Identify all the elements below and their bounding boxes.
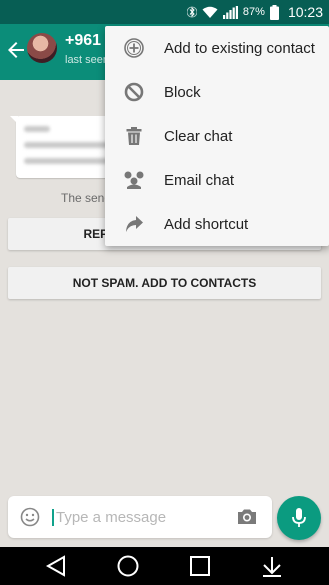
menu-item-add-to-existing-contact[interactable]: Add to existing contact — [105, 26, 329, 70]
back-arrow-icon[interactable] — [4, 38, 28, 62]
menu-item-clear-chat[interactable]: Clear chat — [105, 114, 329, 158]
menu-item-label: Clear chat — [164, 128, 233, 145]
shortcut-arrow-icon — [126, 216, 143, 232]
avatar[interactable] — [27, 33, 57, 63]
back-triangle-icon[interactable] — [44, 554, 70, 578]
menu-item-label: Email chat — [164, 172, 235, 189]
blurred-text — [24, 142, 114, 148]
wifi-icon — [202, 6, 218, 18]
menu-item-label: Add shortcut — [164, 216, 249, 233]
message-composer — [8, 496, 272, 538]
trash-icon — [126, 127, 142, 145]
add-circle-icon — [124, 38, 144, 58]
voice-record-button[interactable] — [277, 496, 321, 540]
battery-percent: 87% — [242, 6, 265, 18]
not-spam-add-to-contacts-button[interactable]: NOT SPAM. ADD TO CONTACTS — [8, 267, 321, 299]
notification-pulldown-icon[interactable] — [259, 554, 285, 578]
menu-item-label: Add to existing contact — [164, 40, 315, 57]
contact-status: last seen — [65, 54, 110, 66]
menu-item-add-shortcut[interactable]: Add shortcut — [105, 202, 329, 246]
bluetooth-icon — [186, 6, 197, 18]
contact-name[interactable]: +961 — [65, 32, 101, 50]
menu-item-email-chat[interactable]: Email chat — [105, 158, 329, 202]
camera-icon[interactable] — [236, 506, 258, 528]
menu-item-block[interactable]: Block — [105, 70, 329, 114]
status-icons: 87% 10:23 — [186, 3, 323, 21]
block-icon — [124, 82, 144, 102]
battery-icon — [269, 4, 279, 20]
emoji-icon[interactable] — [20, 507, 40, 527]
home-circle-icon[interactable] — [115, 554, 141, 578]
email-chat-icon — [124, 171, 144, 189]
microphone-icon — [292, 508, 306, 527]
menu-item-label: Block — [164, 84, 201, 101]
overflow-menu: Add to existing contact Block Clear chat… — [105, 26, 329, 246]
message-input[interactable] — [56, 505, 226, 529]
blurred-text — [24, 158, 108, 164]
clock: 10:23 — [287, 4, 323, 20]
blurred-text — [24, 126, 50, 132]
system-nav-bar — [0, 547, 329, 585]
signal-icon — [222, 5, 238, 19]
status-bar: 87% 10:23 — [0, 0, 329, 24]
recents-square-icon[interactable] — [187, 554, 213, 578]
text-caret — [52, 509, 54, 526]
